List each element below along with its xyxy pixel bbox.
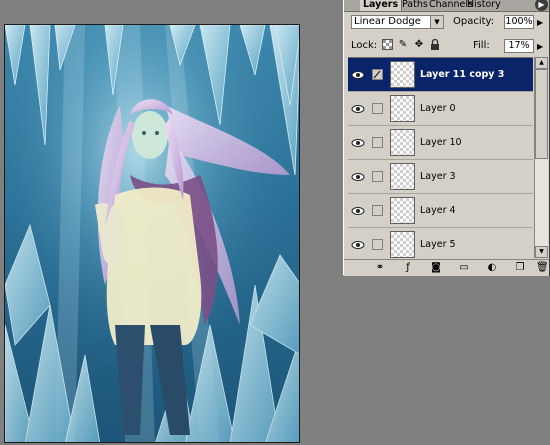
lock-icon[interactable]	[429, 38, 441, 51]
blend-opacity-row: Linear Dodge ▼ Opacity: 100% ▶	[351, 15, 546, 31]
layer-name: Layer 0	[420, 103, 456, 114]
link-box[interactable]	[372, 205, 383, 216]
fill-slider-arrow-icon[interactable]: ▶	[537, 42, 543, 51]
layer-style-icon[interactable]: ƒ	[402, 262, 414, 274]
brush-icon[interactable]: ✎	[397, 39, 409, 51]
new-group-icon[interactable]: ▭	[458, 262, 470, 274]
eye-icon[interactable]	[351, 204, 365, 218]
layers-list: Layer 11 copy 3 Layer 0 Layer 10 Layer 3…	[348, 57, 533, 259]
layers-palette: Layers Paths Channels History ▶ Linear D…	[343, 0, 550, 276]
eye-icon[interactable]	[351, 238, 365, 252]
layer-thumbnail	[390, 231, 415, 258]
trash-icon[interactable]: 🗑	[536, 262, 549, 274]
lock-transparency-icon[interactable]	[381, 39, 393, 51]
opacity-slider-arrow-icon[interactable]: ▶	[537, 18, 543, 27]
opacity-field[interactable]: 100%	[504, 15, 534, 29]
layer-thumbnail	[390, 163, 415, 190]
layer-name: Layer 11 copy 3	[420, 69, 505, 80]
arrow-right-icon[interactable]: ▶	[535, 0, 548, 11]
artwork-image	[5, 25, 299, 442]
layers-scrollbar[interactable]: ▲ ▼	[534, 57, 548, 258]
palette-bottom-bar: ⚭ ƒ ◙ ▭ ◐ ❐ 🗑	[344, 259, 549, 276]
lock-fill-row: Lock: ✎ ✥ Fill: 17% ▶	[351, 38, 546, 55]
link-icon[interactable]: ⚭	[374, 262, 386, 274]
lock-label: Lock:	[351, 40, 378, 51]
layer-row[interactable]: Layer 3	[348, 160, 533, 194]
eye-icon[interactable]	[351, 170, 365, 184]
document-canvas[interactable]	[4, 24, 300, 443]
blend-mode-value: Linear Dodge	[354, 16, 421, 27]
fill-label: Fill:	[473, 40, 490, 51]
move-icon[interactable]: ✥	[413, 39, 425, 51]
layer-name: Layer 4	[420, 205, 456, 216]
layer-name: Layer 10	[420, 137, 462, 148]
layer-row[interactable]: Layer 5	[348, 228, 533, 259]
layer-name: Layer 5	[420, 239, 456, 250]
opacity-label: Opacity:	[453, 16, 495, 27]
layer-name: Layer 3	[420, 171, 456, 182]
scroll-up-icon[interactable]: ▲	[535, 57, 548, 69]
link-box[interactable]	[372, 137, 383, 148]
chevron-down-icon[interactable]: ▼	[430, 16, 443, 28]
brush-icon[interactable]	[372, 69, 383, 80]
layer-row[interactable]: Layer 4	[348, 194, 533, 228]
tab-layers[interactable]: Layers	[360, 0, 403, 11]
blend-mode-select[interactable]: Linear Dodge ▼	[351, 15, 444, 29]
layer-thumbnail	[390, 95, 415, 122]
layer-thumbnail	[390, 129, 415, 156]
layer-row[interactable]: Layer 11 copy 3	[348, 58, 533, 92]
eye-icon[interactable]	[351, 102, 365, 116]
eye-icon[interactable]	[351, 136, 365, 150]
link-box[interactable]	[372, 103, 383, 114]
new-layer-icon[interactable]: ❐	[514, 262, 526, 274]
link-box[interactable]	[372, 171, 383, 182]
fill-field[interactable]: 17%	[504, 39, 534, 53]
mask-icon[interactable]: ◙	[430, 262, 442, 274]
layer-thumbnail	[390, 197, 415, 224]
layer-row[interactable]: Layer 10	[348, 126, 533, 160]
adjustment-layer-icon[interactable]: ◐	[486, 262, 498, 274]
palette-tabs: Layers Paths Channels History ▶	[344, 0, 549, 12]
layer-thumbnail	[390, 61, 415, 88]
eye-icon[interactable]	[351, 68, 365, 82]
tab-history[interactable]: History	[464, 0, 504, 11]
scroll-down-icon[interactable]: ▼	[535, 246, 548, 258]
scroll-thumb[interactable]	[535, 69, 548, 159]
link-box[interactable]	[372, 239, 383, 250]
layer-row[interactable]: Layer 0	[348, 92, 533, 126]
